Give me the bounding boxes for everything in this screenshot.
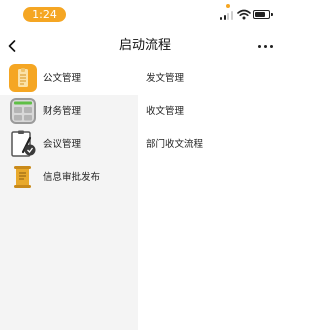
subitem-label: 发文管理 bbox=[146, 73, 185, 84]
wifi-icon bbox=[237, 9, 251, 20]
category-label: 会议管理 bbox=[43, 139, 82, 150]
subitem-incoming-docs[interactable]: 收文管理 bbox=[138, 95, 290, 128]
battery-icon bbox=[253, 10, 270, 19]
document-folder-icon bbox=[9, 64, 37, 92]
battery-cap bbox=[271, 13, 273, 16]
status-time: 1:24 bbox=[23, 7, 66, 22]
back-button[interactable] bbox=[4, 34, 26, 58]
category-label: 财务管理 bbox=[43, 106, 82, 117]
category-label: 公文管理 bbox=[43, 73, 82, 84]
cellular-signal-icon bbox=[220, 10, 234, 20]
category-item-finance[interactable]: 财务管理 bbox=[0, 95, 138, 128]
privacy-indicator-dot bbox=[226, 4, 230, 8]
scroll-icon bbox=[14, 166, 31, 188]
subitem-label: 收文管理 bbox=[146, 106, 185, 117]
chevron-left-icon bbox=[8, 40, 16, 52]
category-item-meeting[interactable]: 会议管理 bbox=[0, 128, 138, 161]
page-title: 启动流程 bbox=[118, 38, 171, 53]
more-dot bbox=[264, 45, 267, 48]
subitem-outgoing-docs[interactable]: 发文管理 bbox=[138, 62, 290, 95]
category-item-info-approval[interactable]: 信息审批发布 bbox=[0, 161, 138, 194]
calculator-icon bbox=[10, 98, 36, 124]
category-item-document[interactable]: 公文管理 bbox=[0, 62, 138, 95]
more-button[interactable] bbox=[254, 36, 278, 56]
content-area: 公文管理 财务管理 会议管理 信息审批发布 发文管理 收文管理 部门收文流程 bbox=[0, 62, 290, 330]
subitem-panel: 发文管理 收文管理 部门收文流程 bbox=[138, 62, 290, 330]
subitem-label: 部门收文流程 bbox=[146, 139, 204, 150]
clipboard-pen-icon bbox=[11, 130, 36, 157]
more-dot bbox=[270, 45, 273, 48]
nav-bar: 启动流程 bbox=[0, 30, 290, 62]
category-label: 信息审批发布 bbox=[43, 172, 101, 183]
more-dots-icon bbox=[258, 45, 261, 48]
category-panel: 公文管理 财务管理 会议管理 信息审批发布 bbox=[0, 62, 138, 330]
status-bar: 1:24 bbox=[0, 0, 290, 30]
subitem-dept-incoming-flow[interactable]: 部门收文流程 bbox=[138, 128, 290, 161]
